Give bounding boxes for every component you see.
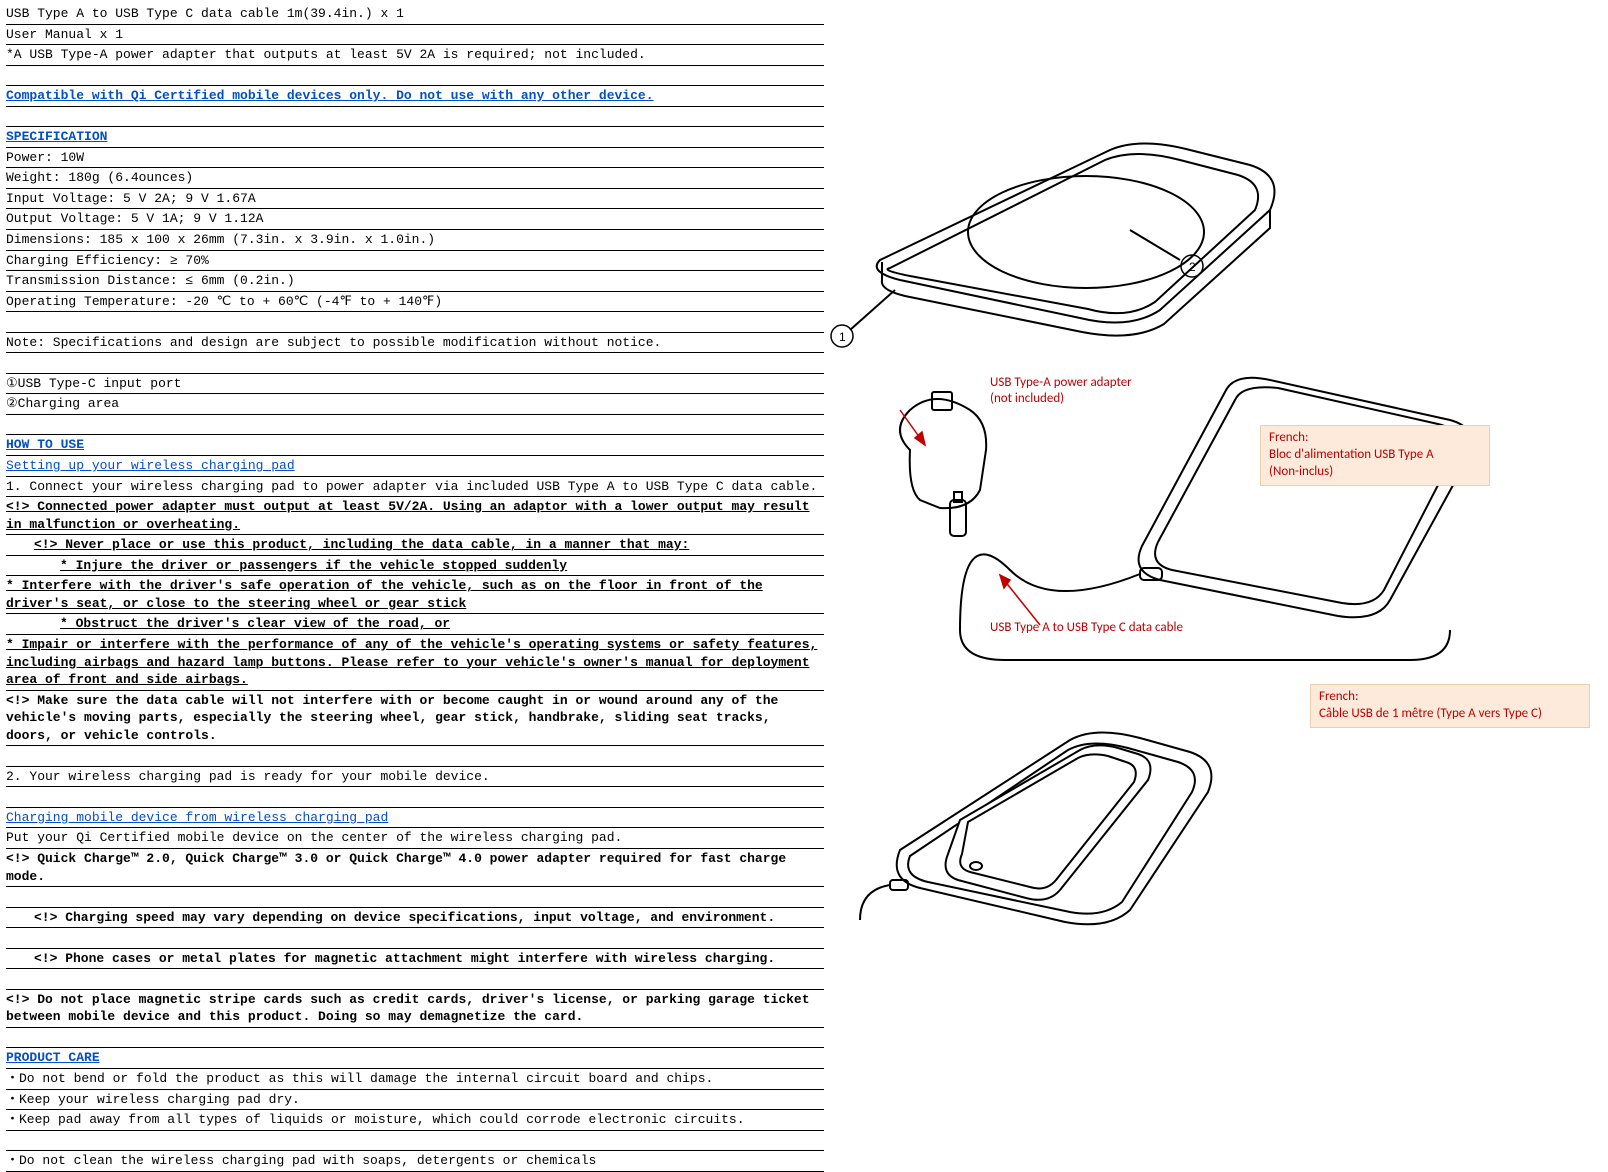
spec-output: Output Voltage: 5 V 1A; 9 V 1.12A bbox=[6, 209, 824, 230]
adapter-label: USB Type-A power adapter (not included) bbox=[990, 375, 1132, 406]
spec-temp: Operating Temperature: -20 ℃ to + 60℃ (-… bbox=[6, 292, 824, 313]
charging-pad-diagram: 1 2 bbox=[730, 80, 1430, 360]
howto-heading: HOW TO USE bbox=[6, 435, 824, 456]
warn-qc: <!> Quick Charge™ 2.0, Quick Charge™ 3.0… bbox=[6, 849, 824, 887]
spec-input: Input Voltage: 5 V 2A; 9 V 1.67A bbox=[6, 189, 824, 210]
warn-never: <!> Never place or use this product, inc… bbox=[6, 535, 824, 556]
warn-mag: <!> Do not place magnetic stripe cards s… bbox=[6, 990, 824, 1028]
blank-line bbox=[6, 66, 824, 87]
blank-line bbox=[6, 1028, 824, 1049]
bullet-injure: * Injure the driver or passengers if the… bbox=[6, 556, 824, 577]
callout-cable-head: French: bbox=[1319, 689, 1358, 704]
callout-adapter-body: Bloc d'alimentation USB Type A (Non-incl… bbox=[1269, 447, 1434, 479]
bullet-interfere: * Interfere with the driver's safe opera… bbox=[6, 576, 824, 614]
contents-line: *A USB Type-A power adapter that outputs… bbox=[6, 45, 824, 66]
svg-text:2: 2 bbox=[1189, 260, 1196, 274]
care-line: ・Do not clean the wireless charging pad … bbox=[6, 1151, 824, 1172]
svg-text:1: 1 bbox=[839, 330, 846, 344]
blank-line bbox=[6, 887, 824, 908]
contents-line: User Manual x 1 bbox=[6, 25, 824, 46]
spec-eff: Charging Efficiency: ≥ 70% bbox=[6, 251, 824, 272]
spec-power: Power: 10W bbox=[6, 148, 824, 169]
manual-text-column: USB Type A to USB Type C data cable 1m(3… bbox=[0, 0, 830, 1072]
port-label-2: ②Charging area bbox=[6, 394, 824, 415]
care-heading: PRODUCT CARE bbox=[6, 1048, 824, 1069]
diagram-column: 1 2 bbox=[830, 0, 1608, 1072]
care-line: ・Do not bend or fold the product as this… bbox=[6, 1069, 824, 1090]
blank-line bbox=[6, 746, 824, 767]
step-2: 2. Your wireless charging pad is ready f… bbox=[6, 767, 824, 788]
spec-note: Note: Specifications and design are subj… bbox=[6, 333, 824, 354]
port-label-1: ①USB Type-C input port bbox=[6, 374, 824, 395]
blank-line bbox=[6, 787, 824, 808]
blank-line bbox=[6, 415, 824, 436]
bullet-impair: * Impair or interfere with the performan… bbox=[6, 635, 824, 691]
warn-cable: <!> Make sure the data cable will not in… bbox=[6, 691, 824, 747]
bullet-obstruct: * Obstruct the driver's clear view of th… bbox=[6, 614, 824, 635]
blank-line bbox=[6, 928, 824, 949]
setup-heading: Setting up your wireless charging pad bbox=[6, 456, 824, 477]
care-line: ・Keep pad away from all types of liquids… bbox=[6, 1110, 824, 1131]
callout-cable-body: Câble USB de 1 mêtre (Type A vers Type C… bbox=[1319, 706, 1542, 721]
callout-adapter: French: Bloc d'alimentation USB Type A (… bbox=[1260, 425, 1490, 486]
spec-heading: SPECIFICATION bbox=[6, 127, 824, 148]
warn-adapter: <!> Connected power adapter must output … bbox=[6, 497, 824, 535]
cable-label: USB Type A to USB Type C data cable bbox=[990, 620, 1183, 636]
callout-cable: French: Câble USB de 1 mêtre (Type A ver… bbox=[1310, 684, 1590, 728]
spec-weight: Weight: 180g (6.4ounces) bbox=[6, 168, 824, 189]
blank-line bbox=[6, 107, 824, 128]
contents-line: USB Type A to USB Type C data cable 1m(3… bbox=[6, 4, 824, 25]
spec-trans: Transmission Distance: ≤ 6mm (0.2in.) bbox=[6, 271, 824, 292]
charge-put: Put your Qi Certified mobile device on t… bbox=[6, 828, 824, 849]
warn-speed: <!> Charging speed may vary depending on… bbox=[6, 908, 824, 929]
charge-heading: Charging mobile device from wireless cha… bbox=[6, 808, 824, 829]
step-1: 1. Connect your wireless charging pad to… bbox=[6, 477, 824, 498]
charging-pad-phone-diagram bbox=[730, 680, 1290, 980]
compat-heading: Compatible with Qi Certified mobile devi… bbox=[6, 86, 824, 107]
blank-line bbox=[6, 969, 824, 990]
blank-line bbox=[6, 312, 824, 333]
blank-line bbox=[6, 353, 824, 374]
warn-case: <!> Phone cases or metal plates for magn… bbox=[6, 949, 824, 970]
callout-adapter-head: French: bbox=[1269, 430, 1308, 445]
care-line: ・Keep your wireless charging pad dry. bbox=[6, 1090, 824, 1111]
spec-dims: Dimensions: 185 x 100 x 26mm (7.3in. x 3… bbox=[6, 230, 824, 251]
blank-line bbox=[6, 1131, 824, 1152]
